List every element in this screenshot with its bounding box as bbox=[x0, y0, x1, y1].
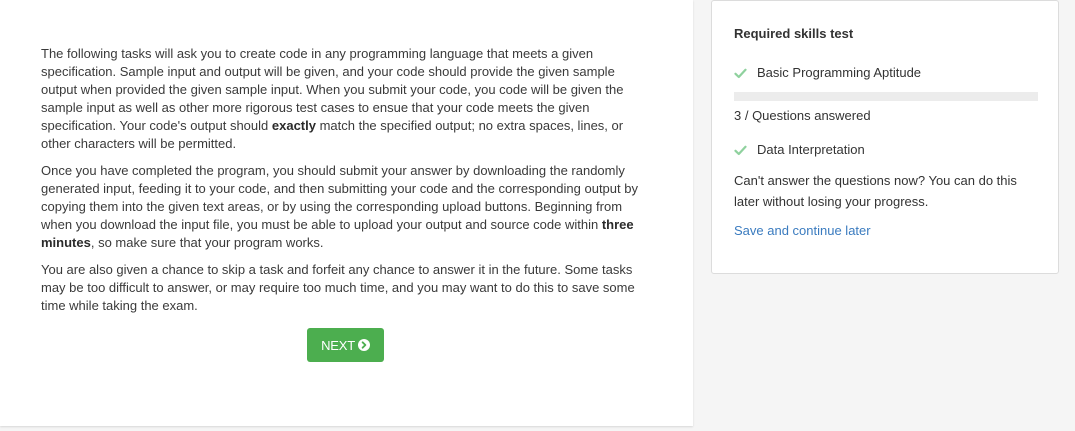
skill-label: Basic Programming Aptitude bbox=[757, 65, 922, 80]
next-button[interactable]: NEXT bbox=[307, 328, 384, 362]
instructions-paragraph-2: Once you have completed the program, you… bbox=[41, 162, 653, 252]
check-icon bbox=[734, 145, 747, 155]
panel-title: Required skills test bbox=[734, 26, 854, 41]
skill-label: Data Interpretation bbox=[757, 142, 865, 157]
circle-chevron-right-icon bbox=[357, 339, 370, 351]
skills-test-panel: Required skills test Basic Programming A… bbox=[711, 0, 1059, 274]
questions-answered-text: 3 / Questions answered bbox=[734, 108, 871, 123]
save-and-continue-later-link[interactable]: Save and continue later bbox=[734, 222, 1038, 240]
instructions-paragraph-3: You are also given a chance to skip a ta… bbox=[41, 262, 635, 313]
next-button-label: NEXT bbox=[321, 337, 355, 353]
instructions-card: The following tasks will ask you to crea… bbox=[0, 0, 693, 426]
progress-bar bbox=[734, 92, 1038, 101]
instructions-text: The following tasks will ask you to crea… bbox=[41, 45, 653, 324]
skill-item-data-interpretation: Data Interpretation bbox=[734, 141, 1038, 159]
paragraph-2-text-c: , so make sure that your program works. bbox=[90, 235, 324, 250]
save-later-note: Can't answer the questions now? You can … bbox=[734, 173, 1017, 209]
check-icon bbox=[734, 68, 747, 78]
paragraph-1-emphasis: exactly bbox=[271, 118, 316, 133]
instructions-paragraph-1: The following tasks will ask you to crea… bbox=[41, 45, 653, 153]
paragraph-2-text-a: Once you have completed the program, you… bbox=[41, 163, 638, 232]
skill-item-basic-programming: Basic Programming Aptitude bbox=[734, 64, 1038, 82]
